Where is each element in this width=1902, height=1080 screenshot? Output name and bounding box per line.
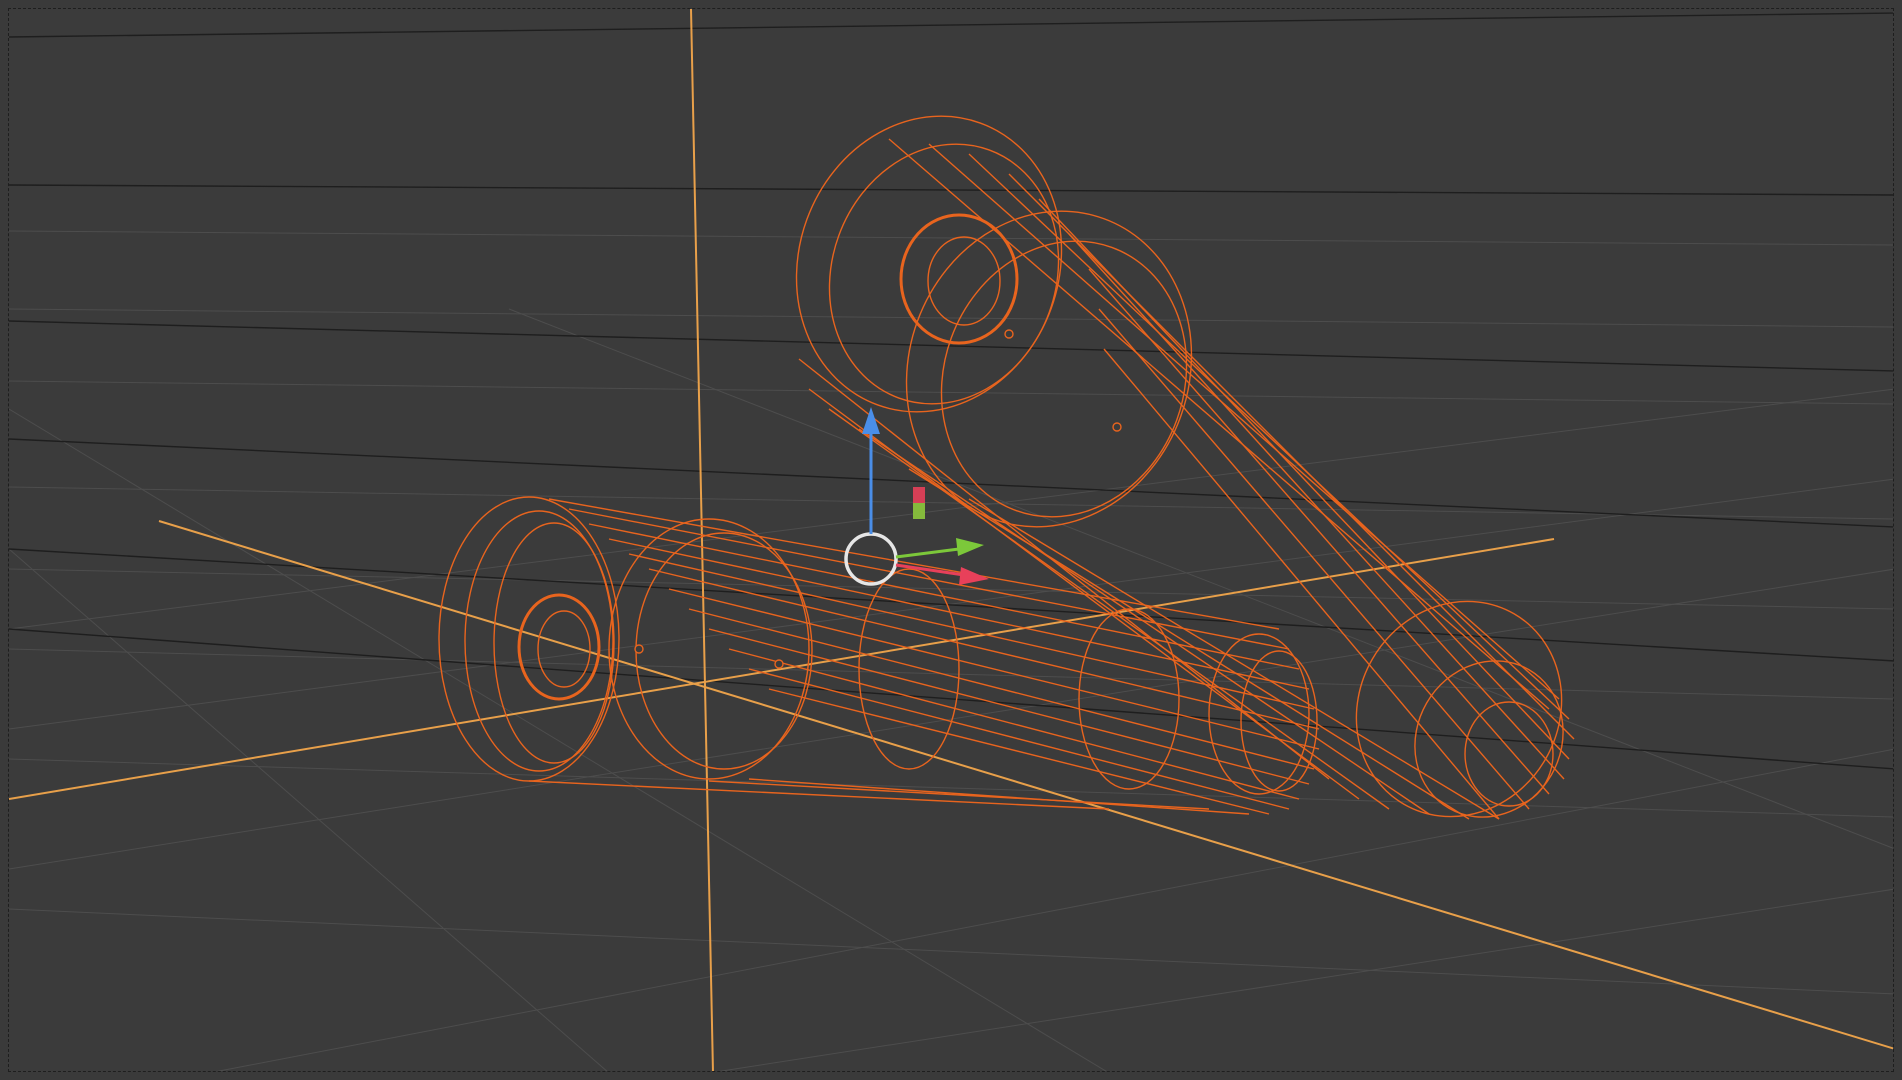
x-world-axis bbox=[158, 520, 1893, 1050]
tube-lower[interactable] bbox=[438, 496, 1320, 815]
3d-viewport[interactable] bbox=[8, 8, 1894, 1072]
transform-gizmo-icon[interactable] bbox=[844, 407, 989, 586]
y-axis-handle[interactable] bbox=[895, 538, 984, 559]
viewport-canvas[interactable] bbox=[9, 9, 1894, 1072]
blender-window bbox=[0, 0, 1902, 1080]
scale-handle-icon[interactable] bbox=[913, 487, 925, 519]
z-axis-handle[interactable] bbox=[862, 407, 880, 534]
floor-grid-major bbox=[9, 12, 1893, 770]
world-axes bbox=[9, 9, 1893, 1071]
y-world-axis bbox=[9, 538, 1555, 800]
floor-grid bbox=[9, 230, 1893, 1071]
